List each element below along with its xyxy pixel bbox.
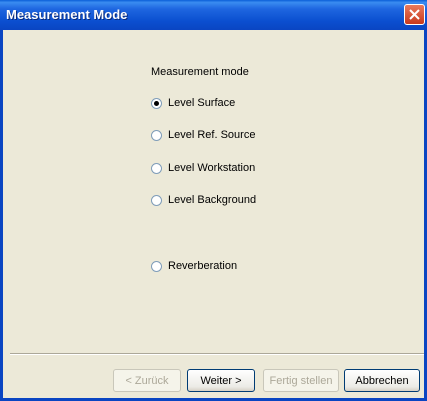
window-title: Measurement Mode [6, 7, 128, 22]
dialog-window: Measurement Mode Measurement mode Level … [0, 0, 427, 401]
option-reverberation[interactable]: Reverberation [151, 258, 237, 274]
cancel-button[interactable]: Abbrechen [344, 369, 420, 392]
option-label: Level Workstation [168, 162, 256, 174]
close-button[interactable] [404, 4, 425, 25]
title-bar[interactable]: Measurement Mode [0, 0, 427, 30]
back-button[interactable]: < Zurück [113, 369, 181, 392]
option-level-surface[interactable]: Level Surface [151, 95, 235, 111]
option-label: Level Surface [168, 97, 236, 109]
option-level-background[interactable]: Level Background [151, 192, 256, 208]
radio-button[interactable] [151, 260, 162, 272]
radio-button[interactable] [151, 129, 162, 141]
option-label: Level Ref. Source [168, 129, 256, 141]
option-level-workstation[interactable]: Level Workstation [151, 160, 255, 176]
window-frame-left [0, 30, 3, 401]
radio-button[interactable] [151, 97, 162, 109]
close-icon [409, 9, 420, 20]
radio-button[interactable] [151, 194, 162, 206]
button-separator [10, 353, 424, 355]
option-label: Reverberation [168, 260, 238, 272]
group-heading: Measurement mode [151, 66, 249, 78]
option-level-ref-source[interactable]: Level Ref. Source [151, 127, 255, 143]
next-button[interactable]: Weiter > [187, 369, 255, 392]
finish-button[interactable]: Fertig stellen [263, 369, 339, 392]
option-label: Level Background [168, 194, 257, 206]
radio-button[interactable] [151, 162, 162, 174]
